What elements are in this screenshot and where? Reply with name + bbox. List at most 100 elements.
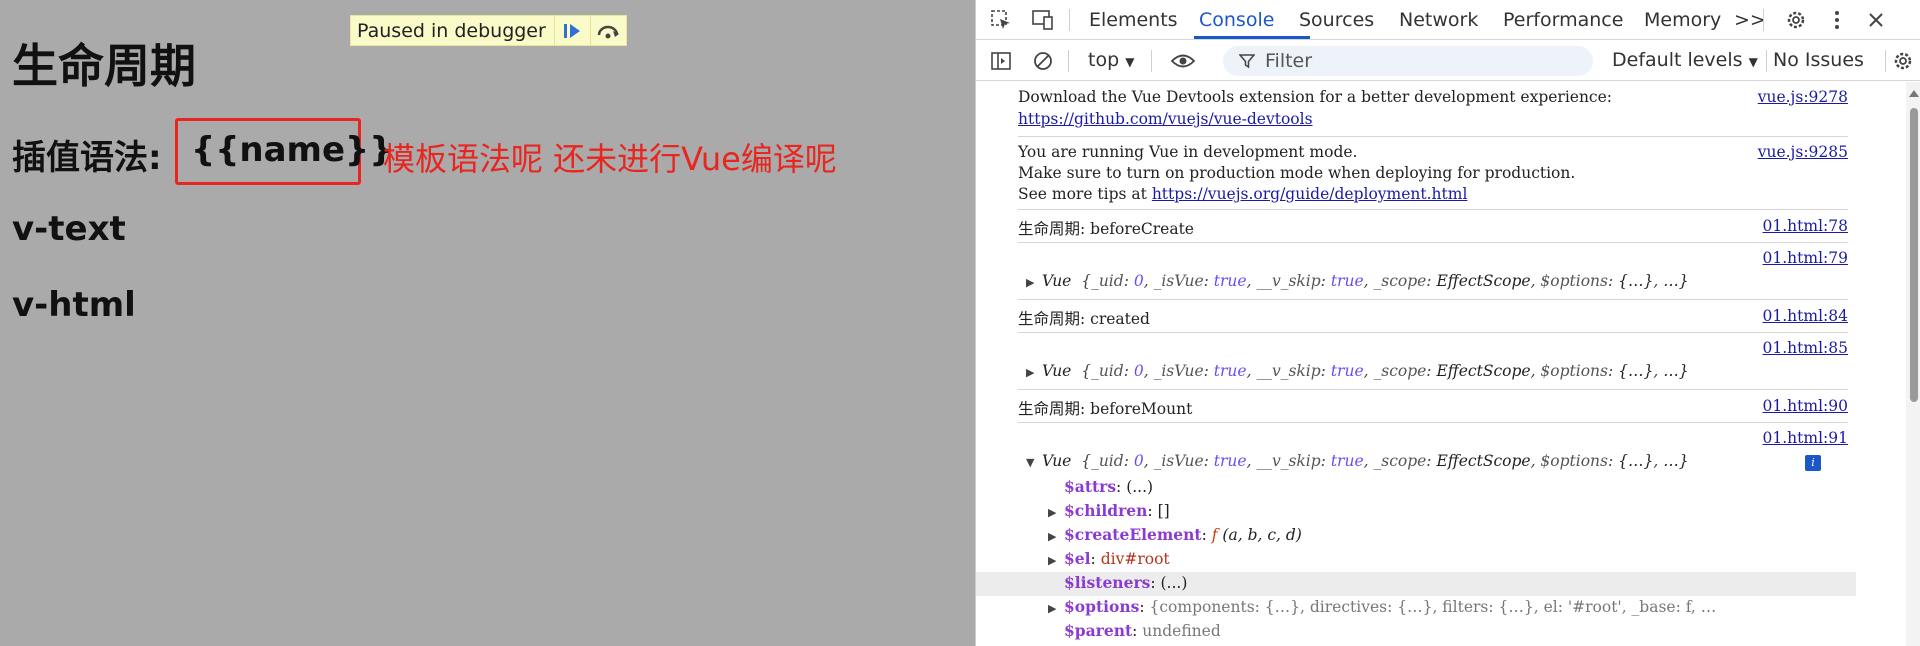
object-preview[interactable]: ▶ Vue {_uid: 0, _isVue: true, __v_skip: t…: [1026, 362, 1689, 380]
divider: [1766, 50, 1767, 72]
message-text: 生命周期: beforeMount: [1018, 400, 1193, 418]
context-label: top: [1088, 49, 1120, 71]
message-link[interactable]: https://github.com/vuejs/vue-devtools: [1018, 110, 1313, 128]
divider: [1885, 50, 1886, 72]
filter-input[interactable]: Filter: [1223, 46, 1593, 76]
console-settings-button[interactable]: [1890, 48, 1916, 74]
interp-value: {{name}}: [191, 130, 394, 170]
eye-icon: [1170, 54, 1196, 68]
console-message: 生命周期: beforeMount 01.html:90: [1018, 390, 1848, 423]
console-message: 01.html:79 ▶ Vue {_uid: 0, _isVue: true, …: [1018, 243, 1848, 300]
tab-network[interactable]: Network: [1399, 9, 1478, 31]
close-icon: [1869, 13, 1883, 27]
tab-sources[interactable]: Sources: [1299, 9, 1374, 31]
tab-console[interactable]: Console: [1199, 9, 1274, 31]
message-text: You are running Vue in development mode.: [1018, 143, 1358, 161]
source-link[interactable]: 01.html:79: [1763, 249, 1848, 267]
live-expression-button[interactable]: [1170, 48, 1196, 74]
object-preview-expanded[interactable]: ▼ Vue {_uid: 0, _isVue: true, __v_skip: t…: [1026, 452, 1689, 470]
source-link[interactable]: 01.html:78: [1763, 217, 1848, 235]
console-message: 生命周期: created 01.html:84: [1018, 300, 1848, 333]
expand-triangle-icon: ▶: [1048, 554, 1057, 567]
debugger-label: Paused in debugger: [357, 19, 546, 42]
step-over-icon: [598, 25, 620, 38]
property-row[interactable]: ▶ $el: div#root: [1048, 549, 1170, 568]
console-message: 生命周期: beforeCreate 01.html:78: [1018, 210, 1848, 243]
expand-triangle-icon: ▶: [1048, 530, 1057, 543]
step-over-button[interactable]: [589, 16, 626, 45]
expand-triangle-icon: ▶: [1026, 366, 1035, 379]
divider: [1068, 50, 1069, 72]
message-text: See more tips at https://vuejs.org/guide…: [1018, 185, 1468, 203]
tab-memory[interactable]: Memory: [1644, 9, 1721, 31]
clear-console-button[interactable]: [1030, 48, 1056, 74]
scrollbar-thumb[interactable]: [1910, 108, 1918, 402]
chevron-down-icon: ▼: [1125, 55, 1135, 69]
sidebar-icon: [991, 52, 1011, 70]
divider: [1763, 9, 1764, 31]
source-link[interactable]: vue.js:9278: [1758, 88, 1848, 106]
divider: [1069, 9, 1070, 31]
chevron-down-icon: ▼: [1748, 55, 1758, 69]
settings-button[interactable]: [1783, 7, 1809, 33]
context-selector[interactable]: top ▼: [1088, 49, 1134, 71]
object-preview[interactable]: ▶ Vue {_uid: 0, _isVue: true, __v_skip: t…: [1026, 272, 1689, 290]
tab-performance[interactable]: Performance: [1503, 9, 1623, 31]
message-text: 生命周期: created: [1018, 310, 1150, 328]
source-link[interactable]: 01.html:91: [1763, 429, 1848, 447]
filter-placeholder: Filter: [1265, 50, 1313, 72]
active-tab-indicator: [1194, 36, 1310, 39]
inspect-element-button[interactable]: [988, 7, 1014, 33]
collapse-triangle-icon: ▼: [1026, 456, 1035, 469]
expand-triangle-icon: ▶: [1048, 506, 1057, 519]
more-tabs-button[interactable]: >>: [1734, 9, 1766, 31]
v-text-heading: v-text: [12, 209, 126, 249]
v-html-heading: v-html: [12, 285, 136, 325]
scroll-up-icon[interactable]: [1909, 90, 1919, 97]
property-row[interactable]: $attrs: (...): [1064, 477, 1153, 496]
page-title: 生命周期: [12, 39, 196, 93]
log-levels-label: Default levels: [1612, 49, 1743, 71]
issues-counter[interactable]: No Issues: [1773, 49, 1864, 71]
resume-button[interactable]: [553, 16, 590, 45]
message-text: 生命周期: beforeCreate: [1018, 220, 1194, 238]
divider: [1151, 50, 1152, 72]
property-row[interactable]: $parent: undefined: [1064, 621, 1221, 640]
annotation-text: 模板语法呢 还未进行Vue编译呢: [383, 140, 837, 178]
inspect-icon: [991, 10, 1010, 29]
device-icon: [1032, 10, 1053, 30]
console-message: You are running Vue in development mode.…: [1018, 137, 1848, 210]
device-toolbar-button[interactable]: [1030, 7, 1056, 33]
clear-icon: [1034, 52, 1052, 70]
tab-elements[interactable]: Elements: [1089, 9, 1178, 31]
message-text: Download the Vue Devtools extension for …: [1018, 88, 1613, 106]
console-output: Download the Vue Devtools extension for …: [976, 82, 1906, 646]
message-text: Make sure to turn on production mode whe…: [1018, 164, 1576, 182]
property-row[interactable]: ▶ $createElement: f (a, b, c, d): [1048, 525, 1302, 544]
source-link[interactable]: 01.html:85: [1763, 339, 1848, 357]
close-devtools-button[interactable]: [1863, 7, 1889, 33]
gear-icon: [1894, 52, 1912, 70]
console-message: Download the Vue Devtools extension for …: [1018, 82, 1848, 137]
property-row[interactable]: ▶ $options: {components: {…}, directives:…: [1048, 597, 1716, 616]
expand-triangle-icon: ▶: [1048, 602, 1057, 615]
filter-icon: [1239, 54, 1255, 69]
interp-label: 插值语法:: [12, 138, 162, 178]
source-link[interactable]: 01.html:84: [1763, 307, 1848, 325]
console-scrollbar[interactable]: [1906, 82, 1920, 646]
source-link[interactable]: 01.html:90: [1763, 397, 1848, 415]
log-levels-dropdown[interactable]: Default levels ▼: [1612, 49, 1758, 71]
console-message: 01.html:85 ▶ Vue {_uid: 0, _isVue: true, …: [1018, 333, 1848, 390]
resume-icon: [564, 23, 581, 38]
vertical-dots-icon: [1835, 11, 1839, 29]
info-icon[interactable]: i: [1805, 455, 1821, 471]
debugger-paused-banner: Paused in debugger: [350, 15, 627, 46]
message-link[interactable]: https://vuejs.org/guide/deployment.html: [1152, 185, 1468, 203]
property-row[interactable]: $listeners: (...): [1064, 573, 1187, 592]
property-row[interactable]: ▶ $children: []: [1048, 501, 1170, 520]
console-toolbar: top ▼ Filter Default levels ▼ No Issues: [976, 41, 1920, 81]
customize-menu-button[interactable]: [1824, 7, 1850, 33]
expand-triangle-icon: ▶: [1026, 276, 1035, 289]
source-link[interactable]: vue.js:9285: [1758, 143, 1848, 161]
show-sidebar-button[interactable]: [988, 48, 1014, 74]
